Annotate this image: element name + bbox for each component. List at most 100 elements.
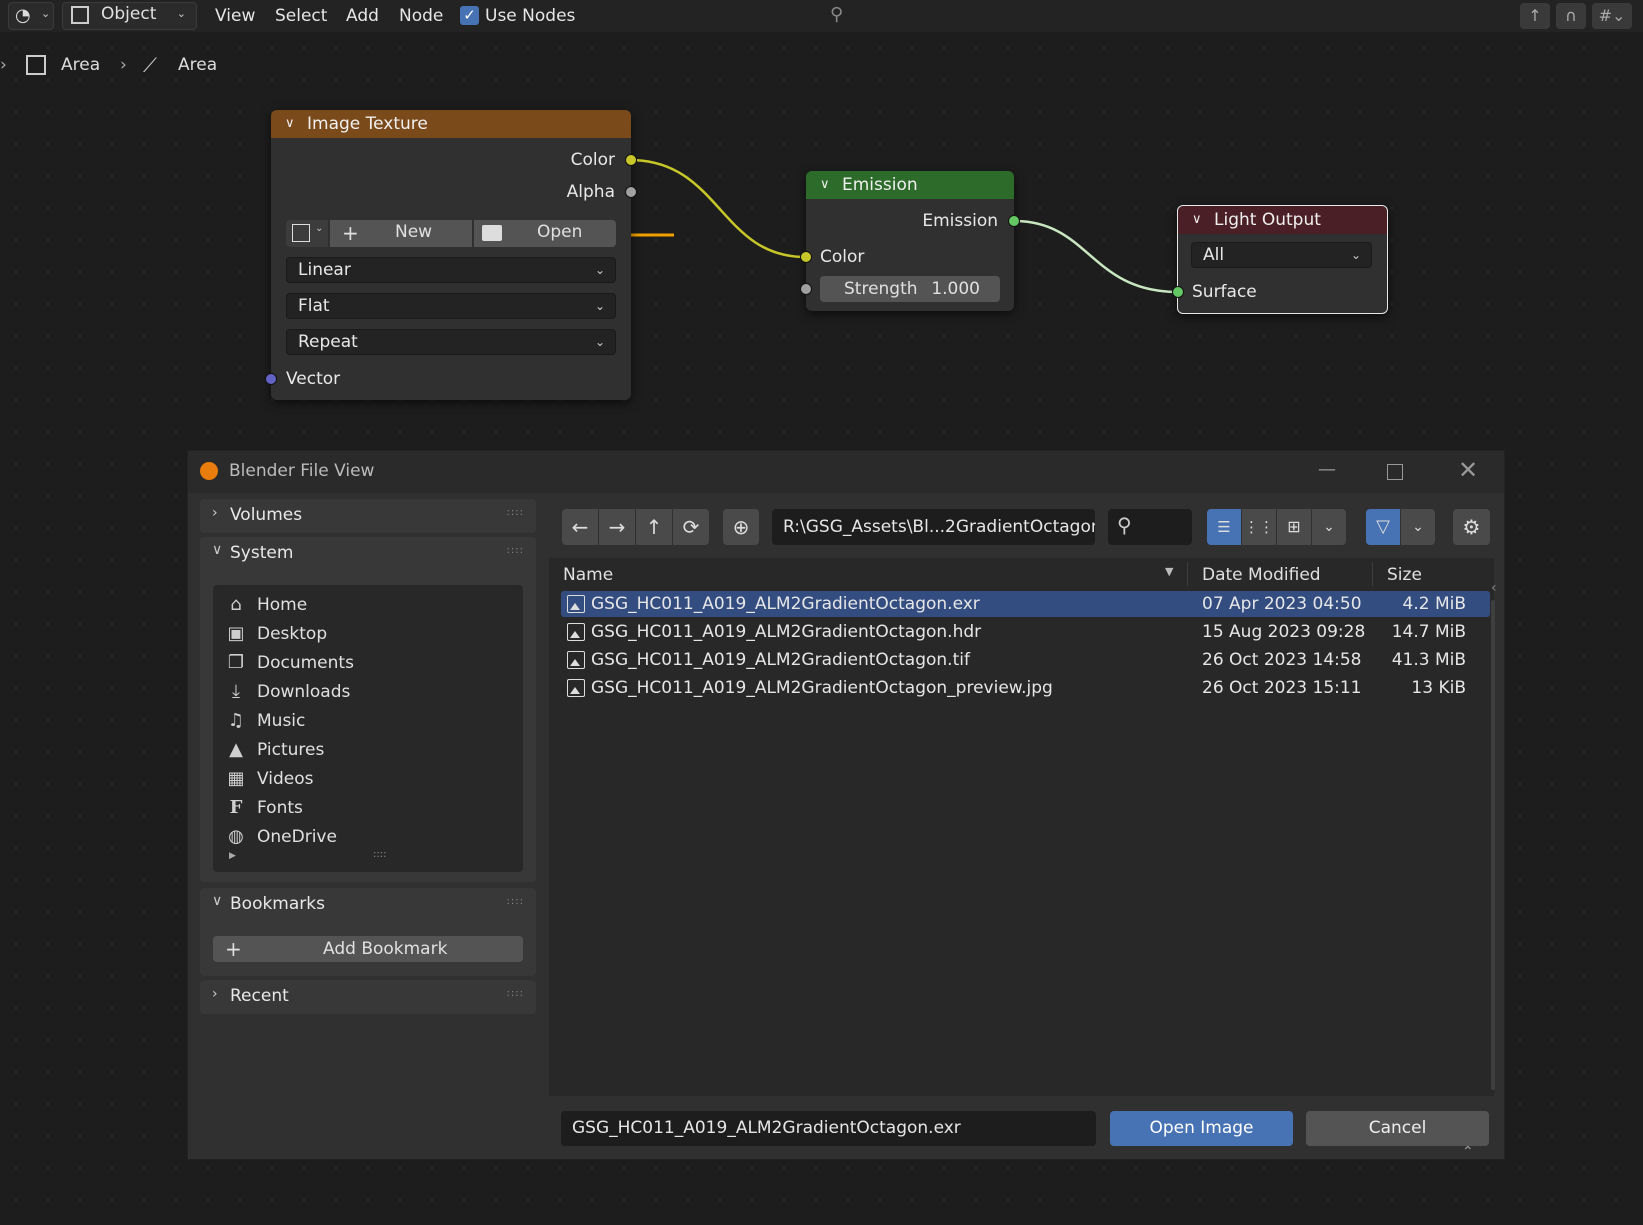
location-desktop[interactable]: ▣ Desktop [223, 620, 513, 648]
forward-button[interactable]: → [599, 509, 635, 545]
image-texture-node[interactable]: ∨ Image Texture Color Alpha ⌄ + New Open… [271, 110, 631, 400]
download-icon: ⤓ [232, 681, 240, 702]
file-row[interactable]: GSG_HC011_A019_ALM2GradientOctagon.hdr 1… [561, 619, 1490, 645]
location-downloads[interactable]: ⤓ Downloads [223, 678, 513, 706]
file-date: 15 Aug 2023 09:28 [1202, 622, 1366, 642]
volumes-heading: Volumes [230, 505, 303, 525]
column-header-name[interactable]: Name [563, 562, 613, 588]
extension-dropdown[interactable]: Repeat ⌄ [286, 329, 616, 355]
image-texture-title: Image Texture [307, 114, 428, 134]
light-output-title: Light Output [1214, 210, 1321, 230]
chevron-right-icon: › [212, 505, 218, 521]
system-heading[interactable]: System [230, 543, 293, 563]
location-videos[interactable]: ▦ Videos [223, 765, 513, 793]
vertical-list-view-button[interactable]: ☰ [1207, 509, 1241, 545]
target-dropdown[interactable]: All ⌄ [1191, 242, 1372, 268]
collapse-chevron-icon[interactable]: ∨ [285, 110, 295, 138]
pictures-icon: ▲ [229, 739, 243, 760]
chevron-down-icon[interactable]: ∨ [212, 542, 222, 558]
new-image-button[interactable]: + New [330, 220, 472, 247]
file-size: 14.7 MiB [1391, 622, 1466, 642]
column-header-size[interactable]: Size [1387, 562, 1422, 588]
drag-grip-icon[interactable]: :::: [507, 988, 524, 999]
collapse-chevron-icon[interactable]: ∨ [1192, 206, 1202, 234]
file-list-scrollbar[interactable] [1491, 600, 1495, 1090]
file-row[interactable]: GSG_HC011_A019_ALM2GradientOctagon.exr 0… [561, 591, 1490, 617]
location-pictures[interactable]: ▲ Pictures [223, 736, 513, 764]
drag-grip-icon[interactable]: :::: [507, 507, 524, 518]
expand-triangle-icon[interactable]: ▶ [229, 851, 236, 861]
emission-header[interactable]: ∨ Emission [806, 171, 1014, 199]
location-music[interactable]: ♫ Music [223, 707, 513, 735]
emission-node[interactable]: ∨ Emission Emission Color Strength 1.000 [806, 171, 1014, 311]
open-image-confirm-button[interactable]: Open Image [1110, 1111, 1293, 1146]
emission-strength-input-socket[interactable] [800, 283, 812, 295]
thumbnail-view-button[interactable]: ⊞ [1277, 509, 1311, 545]
horizontal-list-view-button[interactable]: ⋮⋮ [1242, 509, 1276, 545]
search-field[interactable]: ⚲ [1108, 509, 1192, 545]
image-texture-header[interactable]: ∨ Image Texture [271, 110, 631, 138]
interpolation-dropdown[interactable]: Linear ⌄ [286, 257, 616, 283]
location-label: Videos [257, 769, 314, 789]
surface-input-socket[interactable] [1172, 286, 1184, 298]
globe-icon: ◍ [228, 826, 244, 847]
strength-field[interactable]: Strength 1.000 [820, 276, 1000, 302]
recent-panel[interactable]: › Recent :::: [200, 980, 536, 1014]
chevron-down-icon: ⌄ [594, 263, 605, 277]
file-row[interactable]: GSG_HC011_A019_ALM2GradientOctagon_previ… [561, 675, 1490, 701]
display-settings-dropdown[interactable]: ⌄ [1312, 509, 1346, 545]
minimize-icon[interactable]: — [1318, 459, 1336, 480]
refresh-button[interactable]: ⟳ [673, 509, 709, 545]
maximize-icon[interactable] [1387, 464, 1403, 480]
new-folder-button[interactable]: ⊕ [723, 509, 759, 545]
dialog-titlebar: Blender File View — ✕ [188, 451, 1504, 493]
sort-descending-icon[interactable]: ▼ [1165, 565, 1173, 578]
image-vector-input-socket[interactable] [265, 373, 277, 385]
open-image-button[interactable]: Open [474, 220, 616, 247]
emission-color-input-socket[interactable] [800, 251, 812, 263]
light-output-node[interactable]: ∨ Light Output All ⌄ Surface [1177, 205, 1388, 314]
column-divider [1187, 562, 1188, 586]
extension-value: Repeat [298, 332, 358, 352]
image-browse-button[interactable]: ⌄ [286, 220, 328, 247]
file-date: 26 Oct 2023 15:11 [1202, 678, 1362, 698]
column-header-date[interactable]: Date Modified [1202, 562, 1321, 588]
filter-toggle-button[interactable]: ▽ [1366, 509, 1400, 545]
file-name: GSG_HC011_A019_ALM2GradientOctagon.hdr [591, 622, 982, 642]
recent-heading: Recent [230, 986, 289, 1006]
bookmarks-heading[interactable]: Bookmarks [230, 894, 325, 914]
location-documents[interactable]: ❐ Documents [223, 649, 513, 677]
directory-path-field[interactable]: R:\GSG_Assets\Bl...2GradientOctagon\ [772, 509, 1095, 545]
close-icon[interactable]: ✕ [1458, 456, 1478, 484]
collapse-arrow-icon[interactable]: ‹ [1491, 580, 1497, 596]
emission-output-socket[interactable] [1008, 215, 1020, 227]
image-color-output-socket[interactable] [625, 154, 637, 166]
file-row[interactable]: GSG_HC011_A019_ALM2GradientOctagon.tif 2… [561, 647, 1490, 673]
collapse-chevron-icon[interactable]: ∨ [820, 171, 830, 199]
filter-settings-dropdown[interactable]: ⌄ [1401, 509, 1435, 545]
cancel-button[interactable]: Cancel [1306, 1111, 1489, 1146]
chevron-down-icon[interactable]: ∨ [212, 893, 222, 909]
image-alpha-output-socket[interactable] [625, 186, 637, 198]
location-home[interactable]: ⌂ Home [223, 591, 513, 619]
file-date: 26 Oct 2023 14:58 [1202, 650, 1362, 670]
file-size: 13 KiB [1411, 678, 1466, 698]
parent-directory-button[interactable]: ↑ [636, 509, 672, 545]
add-bookmark-button[interactable]: + Add Bookmark [213, 936, 523, 962]
image-icon [292, 224, 310, 242]
resize-grip-icon[interactable]: :::: [373, 849, 386, 860]
expand-region-icon[interactable]: ⌃ [1462, 1144, 1474, 1160]
location-onedrive[interactable]: ◍ OneDrive [223, 823, 513, 851]
image-file-icon [567, 651, 585, 669]
drag-grip-icon[interactable]: :::: [507, 896, 524, 907]
back-button[interactable]: ← [562, 509, 598, 545]
projection-dropdown[interactable]: Flat ⌄ [286, 293, 616, 319]
location-fonts[interactable]: F Fonts [223, 794, 513, 822]
drag-grip-icon[interactable]: :::: [507, 545, 524, 556]
light-output-header[interactable]: ∨ Light Output [1178, 206, 1387, 234]
gear-icon[interactable]: ⚙ [1453, 509, 1490, 545]
volumes-panel[interactable]: › Volumes :::: [200, 499, 536, 533]
videos-icon: ▦ [227, 768, 245, 789]
filename-field[interactable]: GSG_HC011_A019_ALM2GradientOctagon.exr [561, 1111, 1096, 1146]
strength-label: Strength [844, 279, 918, 299]
